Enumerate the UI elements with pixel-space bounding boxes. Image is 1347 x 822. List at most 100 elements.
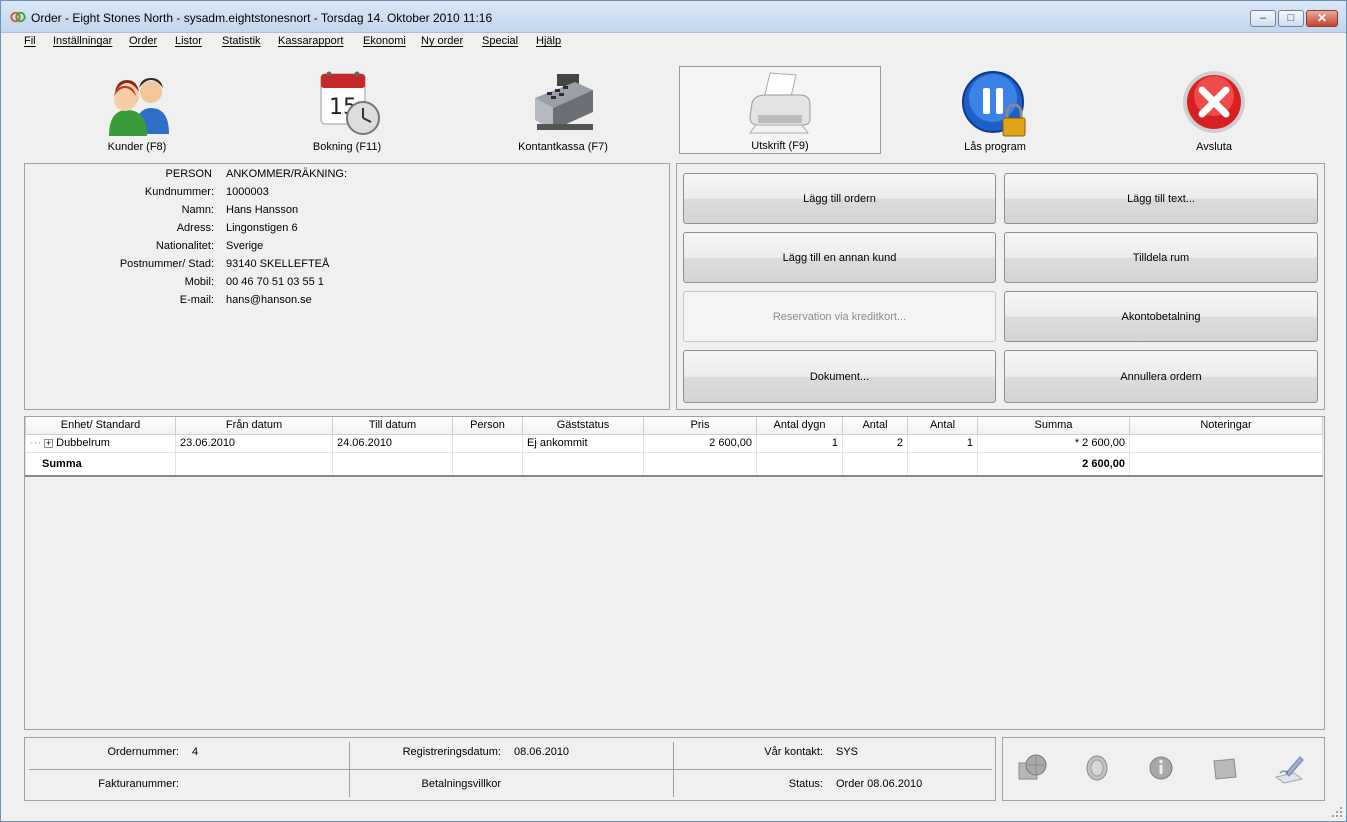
payment-terms-label: Betalningsvillkor: [421, 778, 501, 790]
deposit-payment-button[interactable]: Akontobetalning: [1004, 291, 1318, 342]
resize-grip-icon[interactable]: [1331, 806, 1343, 818]
email-label: E-mail:: [179, 294, 214, 306]
col-qty2-header[interactable]: Antal: [907, 417, 978, 435]
menu-fil[interactable]: Fil: [24, 35, 36, 47]
name-value: Hans Hansson: [226, 204, 299, 216]
cell-qty1[interactable]: 2: [842, 433, 908, 453]
add-to-order-button[interactable]: Lägg till ordern: [683, 173, 996, 224]
menu-bar: Fil Inställningar Order Listor Statistik…: [2, 33, 1345, 53]
col-notes-header[interactable]: Noteringar: [1129, 417, 1323, 435]
menu-listor[interactable]: Listor: [175, 35, 202, 47]
add-other-customer-button[interactable]: Lägg till en annan kund: [683, 232, 996, 283]
col-person-header[interactable]: Person: [452, 417, 523, 435]
cash-register-label: Kontantkassa (F7): [518, 141, 608, 153]
cash-register-button[interactable]: Kontantkassa (F7): [463, 66, 663, 154]
menu-kassarapport[interactable]: Kassarapport: [278, 35, 343, 47]
assign-room-button[interactable]: Tilldela rum: [1004, 232, 1318, 283]
documents-button[interactable]: Dokument...: [683, 350, 996, 403]
minimize-button[interactable]: –: [1250, 10, 1276, 27]
customer-info-panel: PERSON ANKOMMER/RÄKNING: Kundnummer: 100…: [24, 163, 670, 410]
col-qty1-header[interactable]: Antal: [842, 417, 908, 435]
window-title: Order - Eight Stones North - sysadm.eigh…: [31, 11, 493, 25]
booking-button[interactable]: 15 Bokning (F11): [247, 66, 447, 154]
address-value: Lingonstigen 6: [226, 222, 298, 234]
order-footer-panel: Ordernummer: 4 Registreringsdatum: 08.06…: [24, 737, 996, 801]
cell-nights[interactable]: 1: [756, 433, 843, 453]
lock-program-button[interactable]: Lås program: [895, 66, 1095, 154]
unit-value: Dubbelrum: [56, 437, 110, 449]
menu-ny-order[interactable]: Ny order: [421, 35, 463, 47]
summary-empty: [1129, 451, 1323, 477]
name-label: Namn:: [181, 204, 214, 216]
cancel-order-button[interactable]: Annullera ordern: [1004, 350, 1318, 403]
cell-unit[interactable]: ··· + Dubbelrum: [25, 433, 176, 453]
cell-guest-status[interactable]: Ej ankommit: [522, 433, 644, 453]
menu-installningar[interactable]: Inställningar: [53, 35, 112, 47]
documents-label: Dokument...: [809, 370, 870, 383]
booking-label: Bokning (F11): [312, 141, 382, 153]
reservation-credit-card-button[interactable]: Reservation via kreditkort...: [683, 291, 996, 342]
col-sum-header[interactable]: Summa: [977, 417, 1130, 435]
registration-date-value: 08.06.2010: [514, 746, 570, 758]
status-label: Status:: [788, 778, 823, 790]
col-price-header[interactable]: Pris: [643, 417, 757, 435]
globe-folder-icon[interactable]: [1016, 751, 1050, 785]
cell-to-date[interactable]: 24.06.2010: [332, 433, 453, 453]
cell-notes[interactable]: [1129, 433, 1323, 453]
add-other-customer-label: Lägg till en annan kund: [782, 251, 897, 264]
table-row[interactable]: ··· + Dubbelrum 23.06.2010 24.06.2010 Ej…: [25, 433, 1323, 453]
order-window: Order - Eight Stones North - sysadm.eigh…: [0, 0, 1347, 822]
col-from-date-header[interactable]: Från datum: [175, 417, 333, 435]
lock-program-label: Lås program: [964, 141, 1026, 153]
signature-icon[interactable]: [1272, 751, 1306, 785]
col-unit-header[interactable]: Enhet/ Standard: [25, 417, 176, 435]
menu-special[interactable]: Special: [482, 35, 518, 47]
mobile-label: Mobil:: [184, 276, 214, 288]
cell-price[interactable]: 2 600,00: [643, 433, 757, 453]
info-icon[interactable]: [1144, 751, 1178, 785]
deposit-payment-label: Akontobetalning: [1121, 310, 1201, 323]
customers-button[interactable]: Kunder (F8): [37, 66, 237, 154]
customers-icon: [109, 78, 169, 136]
print-label: Utskrift (F9): [751, 140, 809, 152]
menu-order[interactable]: Order: [129, 35, 157, 47]
menu-ekonomi[interactable]: Ekonomi: [363, 35, 406, 47]
nationality-value: Sverige: [226, 240, 264, 252]
registration-date-label: Registreringsdatum:: [402, 746, 501, 758]
cell-from-date[interactable]: 23.06.2010: [175, 433, 333, 453]
menu-statistik[interactable]: Statistik: [222, 35, 261, 47]
postal-city-label: Postnummer/ Stad:: [119, 258, 214, 270]
divider: [29, 769, 992, 770]
document-icon[interactable]: [1208, 751, 1242, 785]
col-to-date-header[interactable]: Till datum: [332, 417, 453, 435]
print-button[interactable]: Utskrift (F9): [679, 66, 881, 154]
summary-empty: [522, 451, 644, 477]
close-icon: ✕: [1316, 11, 1328, 25]
col-nights-header[interactable]: Antal dygn: [756, 417, 843, 435]
summary-empty: [907, 451, 978, 477]
order-number-value: 4: [192, 746, 199, 758]
cell-person[interactable]: [452, 433, 523, 453]
clock-icon[interactable]: [1080, 751, 1114, 785]
customer-number-value: 1000003: [226, 186, 269, 198]
menu-hjalp[interactable]: Hjälp: [536, 35, 561, 47]
email-value: hans@hanson.se: [226, 294, 312, 306]
close-button[interactable]: ✕: [1306, 10, 1338, 27]
cell-sum[interactable]: * 2 600,00: [977, 433, 1130, 453]
minimize-icon: –: [1259, 12, 1267, 24]
expand-icon[interactable]: +: [44, 438, 54, 448]
maximize-button[interactable]: □: [1278, 10, 1304, 27]
summary-label: Summa: [25, 451, 176, 477]
add-text-button[interactable]: Lägg till text...: [1004, 173, 1318, 224]
summary-empty: [842, 451, 908, 477]
col-guest-status-header[interactable]: Gäststatus: [522, 417, 644, 435]
cancel-order-label: Annullera ordern: [1120, 370, 1202, 383]
address-label: Adress:: [176, 222, 214, 234]
cell-qty2[interactable]: 1: [907, 433, 978, 453]
order-number-label: Ordernummer:: [107, 746, 179, 758]
assign-room-label: Tilldela rum: [1132, 251, 1190, 264]
summary-row: Summa 2 600,00: [25, 451, 1323, 477]
exit-button[interactable]: Avsluta: [1114, 66, 1314, 154]
printer-icon: [749, 72, 811, 134]
pause-lock-icon: [962, 71, 1026, 137]
